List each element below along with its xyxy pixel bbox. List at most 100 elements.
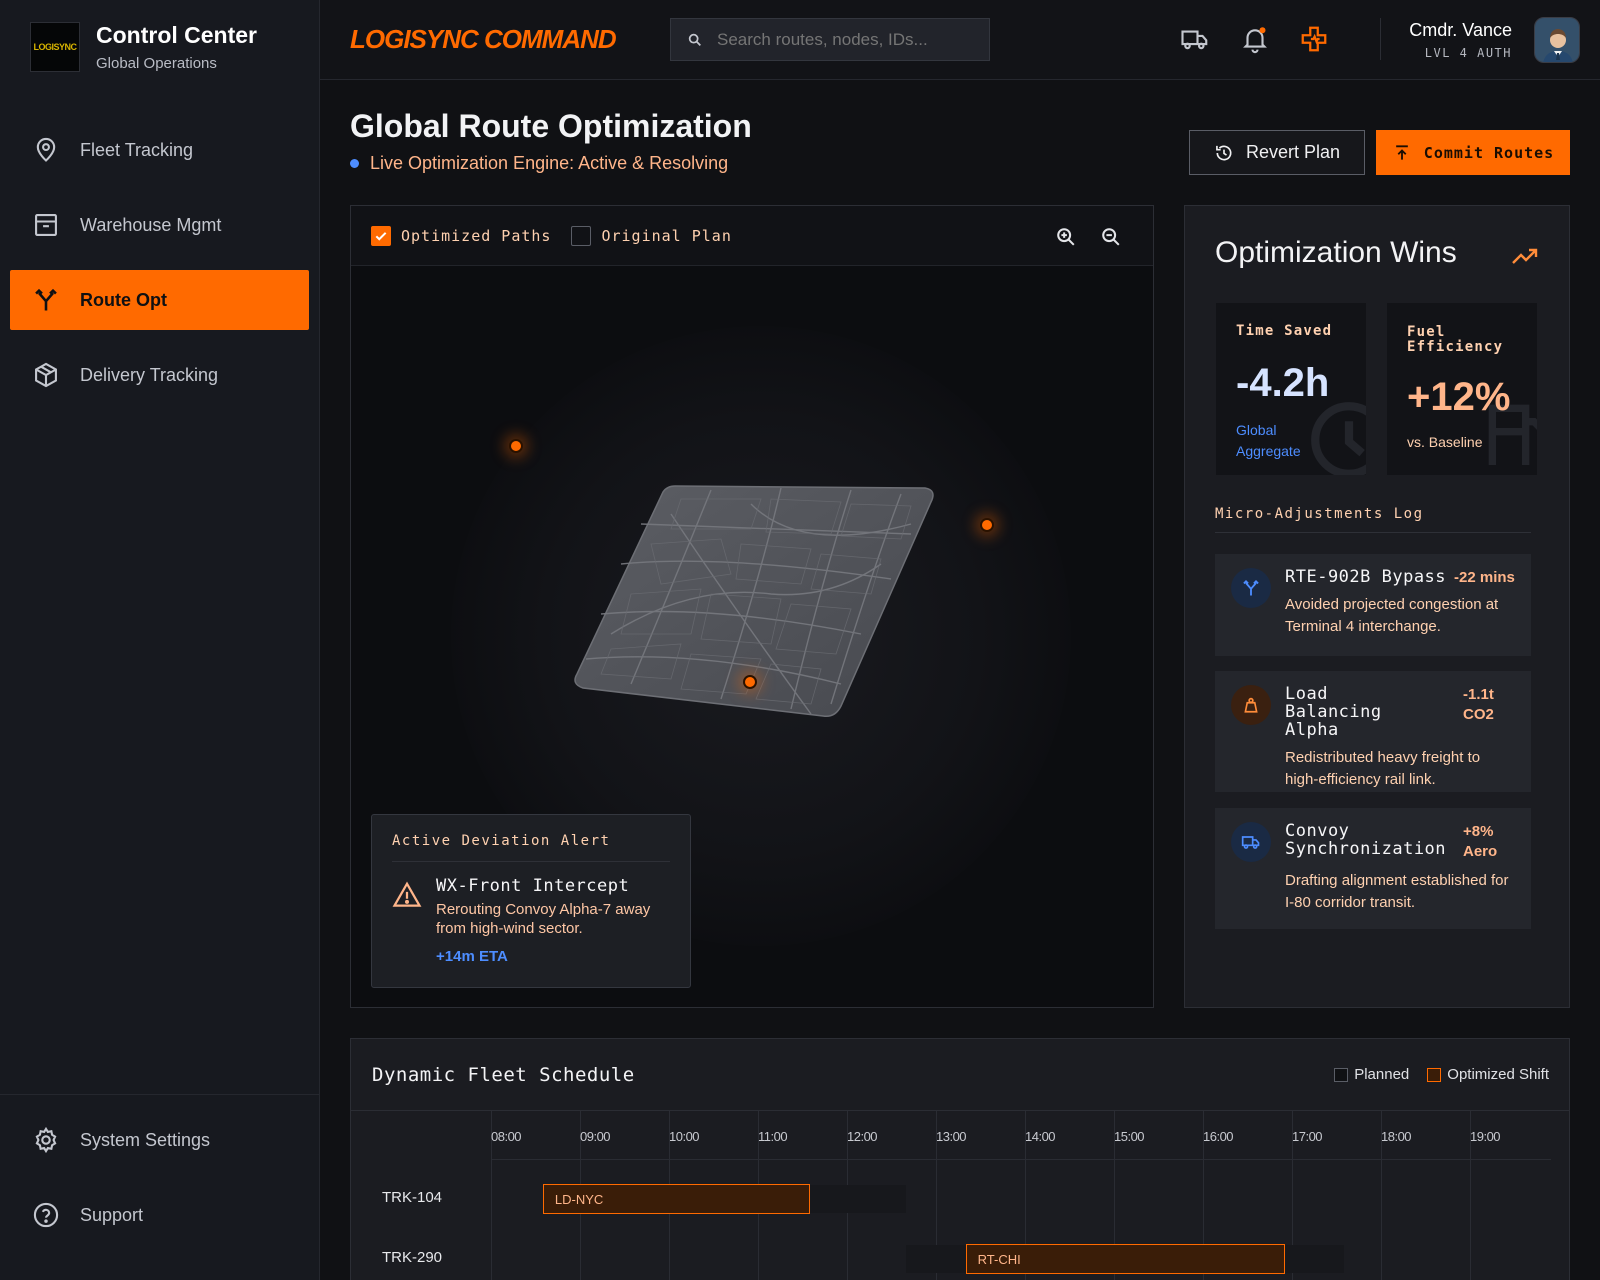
sidebar: LOGISYNC Control Center Global Operation… [0,0,320,1280]
timeline-hour-label: 17:00 [1292,1129,1323,1144]
search-input[interactable] [717,29,977,50]
optimized-shift-bar[interactable]: RT-CHI [965,1244,1285,1274]
truck-icon [1181,30,1208,50]
zoom-out-button[interactable] [1098,224,1124,250]
stat-label: Fuel Efficiency [1407,324,1504,355]
stat-value: -4.2h [1236,361,1330,405]
zoom-out-icon [1102,228,1120,246]
timeline-hour-label: 15:00 [1114,1129,1145,1144]
alert-description: Rerouting Convoy Alpha-7 away from high-… [436,901,651,937]
timeline-hour-label: 12:00 [847,1129,878,1144]
toggle-optimized-paths[interactable]: Optimized Paths [371,225,552,246]
log-icon-wrap [1231,568,1271,608]
log-item-load-balancing[interactable]: Load Balancing Alpha -1.1t CO2 Redistrib… [1215,671,1531,792]
help-circle-icon [33,1202,59,1228]
log-description: Avoided projected congestion at Terminal… [1285,596,1499,635]
schedule-title: Dynamic Fleet Schedule [372,1063,635,1086]
city-map-tile[interactable] [571,484,951,724]
alert-eta: +14m ETA [436,948,508,965]
sidebar-title: Control Center [96,22,257,48]
history-icon [1216,145,1232,160]
avatar[interactable] [1534,17,1580,63]
app-logo[interactable]: LOGISYNC [30,22,80,72]
revert-plan-label: Revert Plan [1245,142,1341,162]
route-node[interactable] [743,675,757,689]
zoom-in-icon [1057,228,1075,246]
log-description: Redistributed heavy freight to high-effi… [1285,749,1481,788]
notifications-button[interactable] [1238,22,1272,56]
legend-optimized: Optimized Shift [1427,1066,1549,1083]
check-icon [375,231,387,241]
sidebar-item-route-opt[interactable]: Route Opt [10,270,309,330]
toggle-optimized-label: Optimized Paths [401,226,552,245]
toggle-original-plan[interactable]: Original Plan [571,225,732,246]
timeline-hour-label: 10:00 [669,1129,700,1144]
user-info[interactable]: Cmdr. Vance LVL 4 AUTH [1409,20,1512,60]
timeline-hour-label: 16:00 [1203,1129,1234,1144]
weight-icon [1244,697,1258,713]
route-node[interactable] [980,518,994,532]
revert-plan-button[interactable]: Revert Plan [1189,130,1365,175]
route-split-icon [35,288,57,311]
sidebar-item-label: System Settings [80,1129,211,1150]
logo-text: LOGISYNC [33,42,77,52]
checkbox-unchecked[interactable] [571,225,592,246]
deviation-alert-card[interactable]: Active Deviation Alert WX-Front Intercep… [371,814,691,988]
log-delta: -1.1t CO2 [1463,686,1494,723]
sidebar-item-label: Fleet Tracking [80,139,194,160]
map-toolbar: Optimized Paths Original Plan [351,206,1153,266]
micro-adjustments-title: Micro-Adjustments Log [1215,506,1531,533]
route-split-icon [1243,580,1259,596]
sidebar-item-delivery-tracking[interactable]: Delivery Tracking [10,345,309,405]
stat-note: vs. Baseline [1407,434,1483,450]
sidebar-bottom-nav: System Settings Support [10,1095,309,1260]
checkbox-checked[interactable] [371,225,391,246]
log-name: RTE-902B Bypass [1285,567,1447,587]
trending-up-icon [1512,248,1538,264]
timeline-hour-label: 14:00 [1025,1129,1056,1144]
search-bar[interactable] [670,18,990,61]
bell-icon [1243,27,1267,54]
package-icon [35,362,57,388]
timeline-axis [491,1159,1551,1160]
route-node[interactable] [509,439,523,453]
sidebar-item-support[interactable]: Support [10,1185,309,1245]
truck-id-label: TRK-290 [382,1249,443,1266]
sidebar-item-label: Support [80,1204,144,1225]
log-item-rte-902b[interactable]: RTE-902B Bypass -22 mins Avoided project… [1215,554,1531,656]
status-dot [350,159,359,168]
user-name: Cmdr. Vance [1409,20,1512,40]
log-icon-wrap [1231,822,1271,862]
legend-optimized-label: Optimized Shift [1447,1066,1549,1083]
zoom-in-button[interactable] [1053,224,1079,250]
log-name: Load Balancing Alpha [1285,684,1382,740]
optimized-shift-bar[interactable]: LD-NYC [542,1184,810,1214]
legend-planned-label: Planned [1354,1066,1410,1083]
sidebar-nav: Fleet Tracking Warehouse Mgmt Route Opt … [10,120,309,420]
log-item-convoy-sync[interactable]: Convoy Synchronization +8% Aero Drafting… [1215,808,1531,929]
log-delta: -22 mins [1454,569,1515,586]
legend-swatch-optimized [1427,1067,1442,1082]
optimization-wins-panel: Optimization Wins Time Saved -4.2h Globa… [1184,205,1570,1008]
stat-note: Global Aggregate [1236,422,1301,459]
commit-routes-button[interactable]: Commit Routes [1376,130,1570,175]
upload-icon [1395,144,1408,160]
page-title: Global Route Optimization [350,108,752,144]
legend-planned: Planned [1334,1066,1409,1083]
timeline-hour-label: 13:00 [936,1129,967,1144]
app-title[interactable]: LOGISYNC COMMAND [350,24,617,55]
stat-value: +12% [1407,375,1511,419]
sidebar-item-label: Delivery Tracking [80,364,219,385]
sidebar-item-system-settings[interactable]: System Settings [10,1110,309,1170]
truck-icon [1241,836,1260,849]
toggle-original-label: Original Plan [601,226,732,245]
schedule-legend: Planned Optimized Shift [1316,1066,1549,1083]
sidebar-item-fleet-tracking[interactable]: Fleet Tracking [10,120,309,180]
truck-button[interactable] [1178,22,1212,56]
sidebar-item-label: Warehouse Mgmt [80,214,222,235]
header-divider [1380,18,1381,60]
sidebar-item-warehouse-mgmt[interactable]: Warehouse Mgmt [10,195,309,255]
commit-routes-label: Commit Routes [1423,143,1555,162]
emergency-button[interactable] [1297,22,1331,56]
timeline-hour-label: 11:00 [758,1129,788,1144]
